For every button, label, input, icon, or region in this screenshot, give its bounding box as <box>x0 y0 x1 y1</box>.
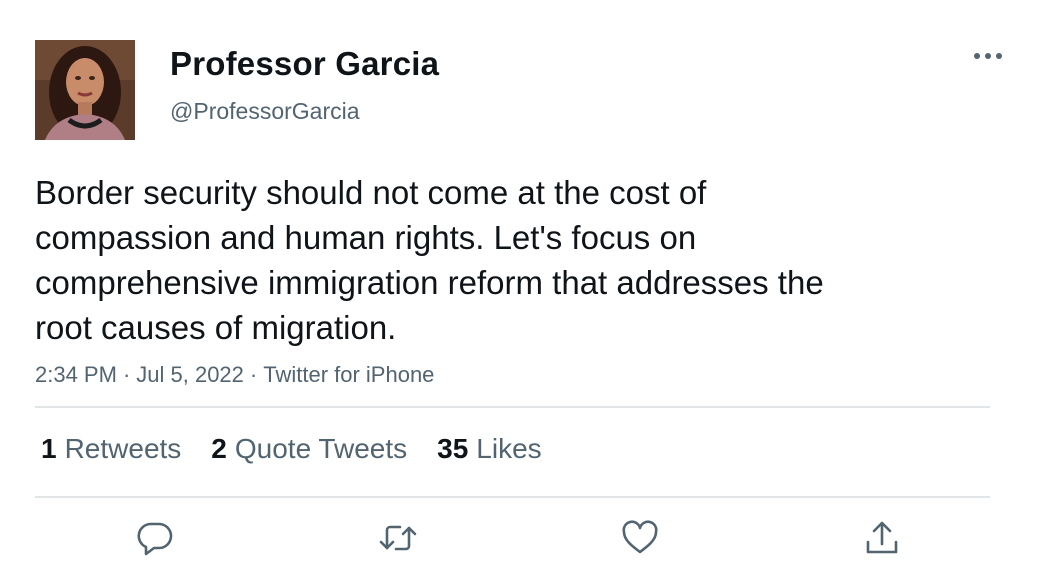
quote-tweets-count: 2 <box>211 433 227 464</box>
tweet-date[interactable]: Jul 5, 2022 <box>136 362 244 387</box>
reply-button[interactable] <box>135 518 175 558</box>
share-button[interactable] <box>862 518 902 558</box>
likes-label: Likes <box>476 433 542 464</box>
tweet-text: Border security should not come at the c… <box>35 170 935 350</box>
reply-icon <box>137 522 173 556</box>
tweet-metadata: 2:34 PM · Jul 5, 2022 · Twitter for iPhone <box>35 360 434 390</box>
retweet-button[interactable] <box>378 518 418 558</box>
tweet-text-line: comprehensive immigration reform that ad… <box>35 264 824 301</box>
author-handle[interactable]: @ProfessorGarcia <box>170 96 360 126</box>
retweets-stat[interactable]: 1 Retweets <box>41 432 181 466</box>
likes-stat[interactable]: 35 Likes <box>437 432 542 466</box>
tweet-source[interactable]: Twitter for iPhone <box>263 362 434 387</box>
share-icon <box>866 521 898 554</box>
avatar[interactable] <box>35 40 135 140</box>
meta-separator: · <box>249 362 258 387</box>
like-button[interactable] <box>620 518 660 558</box>
more-horizontal-icon <box>974 53 1002 59</box>
quote-tweets-stat[interactable]: 2 Quote Tweets <box>211 432 407 466</box>
retweets-label: Retweets <box>64 433 182 464</box>
retweets-count: 1 <box>41 433 57 464</box>
divider <box>35 496 990 498</box>
tweet-text-line: compassion and human rights. Let's focus… <box>35 219 697 256</box>
retweet-icon <box>379 525 417 551</box>
heart-icon <box>622 520 658 554</box>
author-display-name[interactable]: Professor Garcia <box>170 44 439 84</box>
tweet-text-line: Border security should not come at the c… <box>35 174 707 211</box>
tweet-text-line: root causes of migration. <box>35 309 397 346</box>
likes-count: 35 <box>437 433 469 464</box>
tweet-card: Professor Garcia @ProfessorGarcia Border… <box>0 0 1050 570</box>
more-options-button[interactable] <box>968 44 1008 68</box>
avatar-photo <box>35 40 135 140</box>
tweet-time[interactable]: 2:34 PM <box>35 362 117 387</box>
engagement-stats: 1 Retweets 2 Quote Tweets 35 Likes <box>41 432 542 466</box>
quote-tweets-label: Quote Tweets <box>234 433 408 464</box>
divider <box>35 406 990 408</box>
meta-separator: · <box>122 362 131 387</box>
